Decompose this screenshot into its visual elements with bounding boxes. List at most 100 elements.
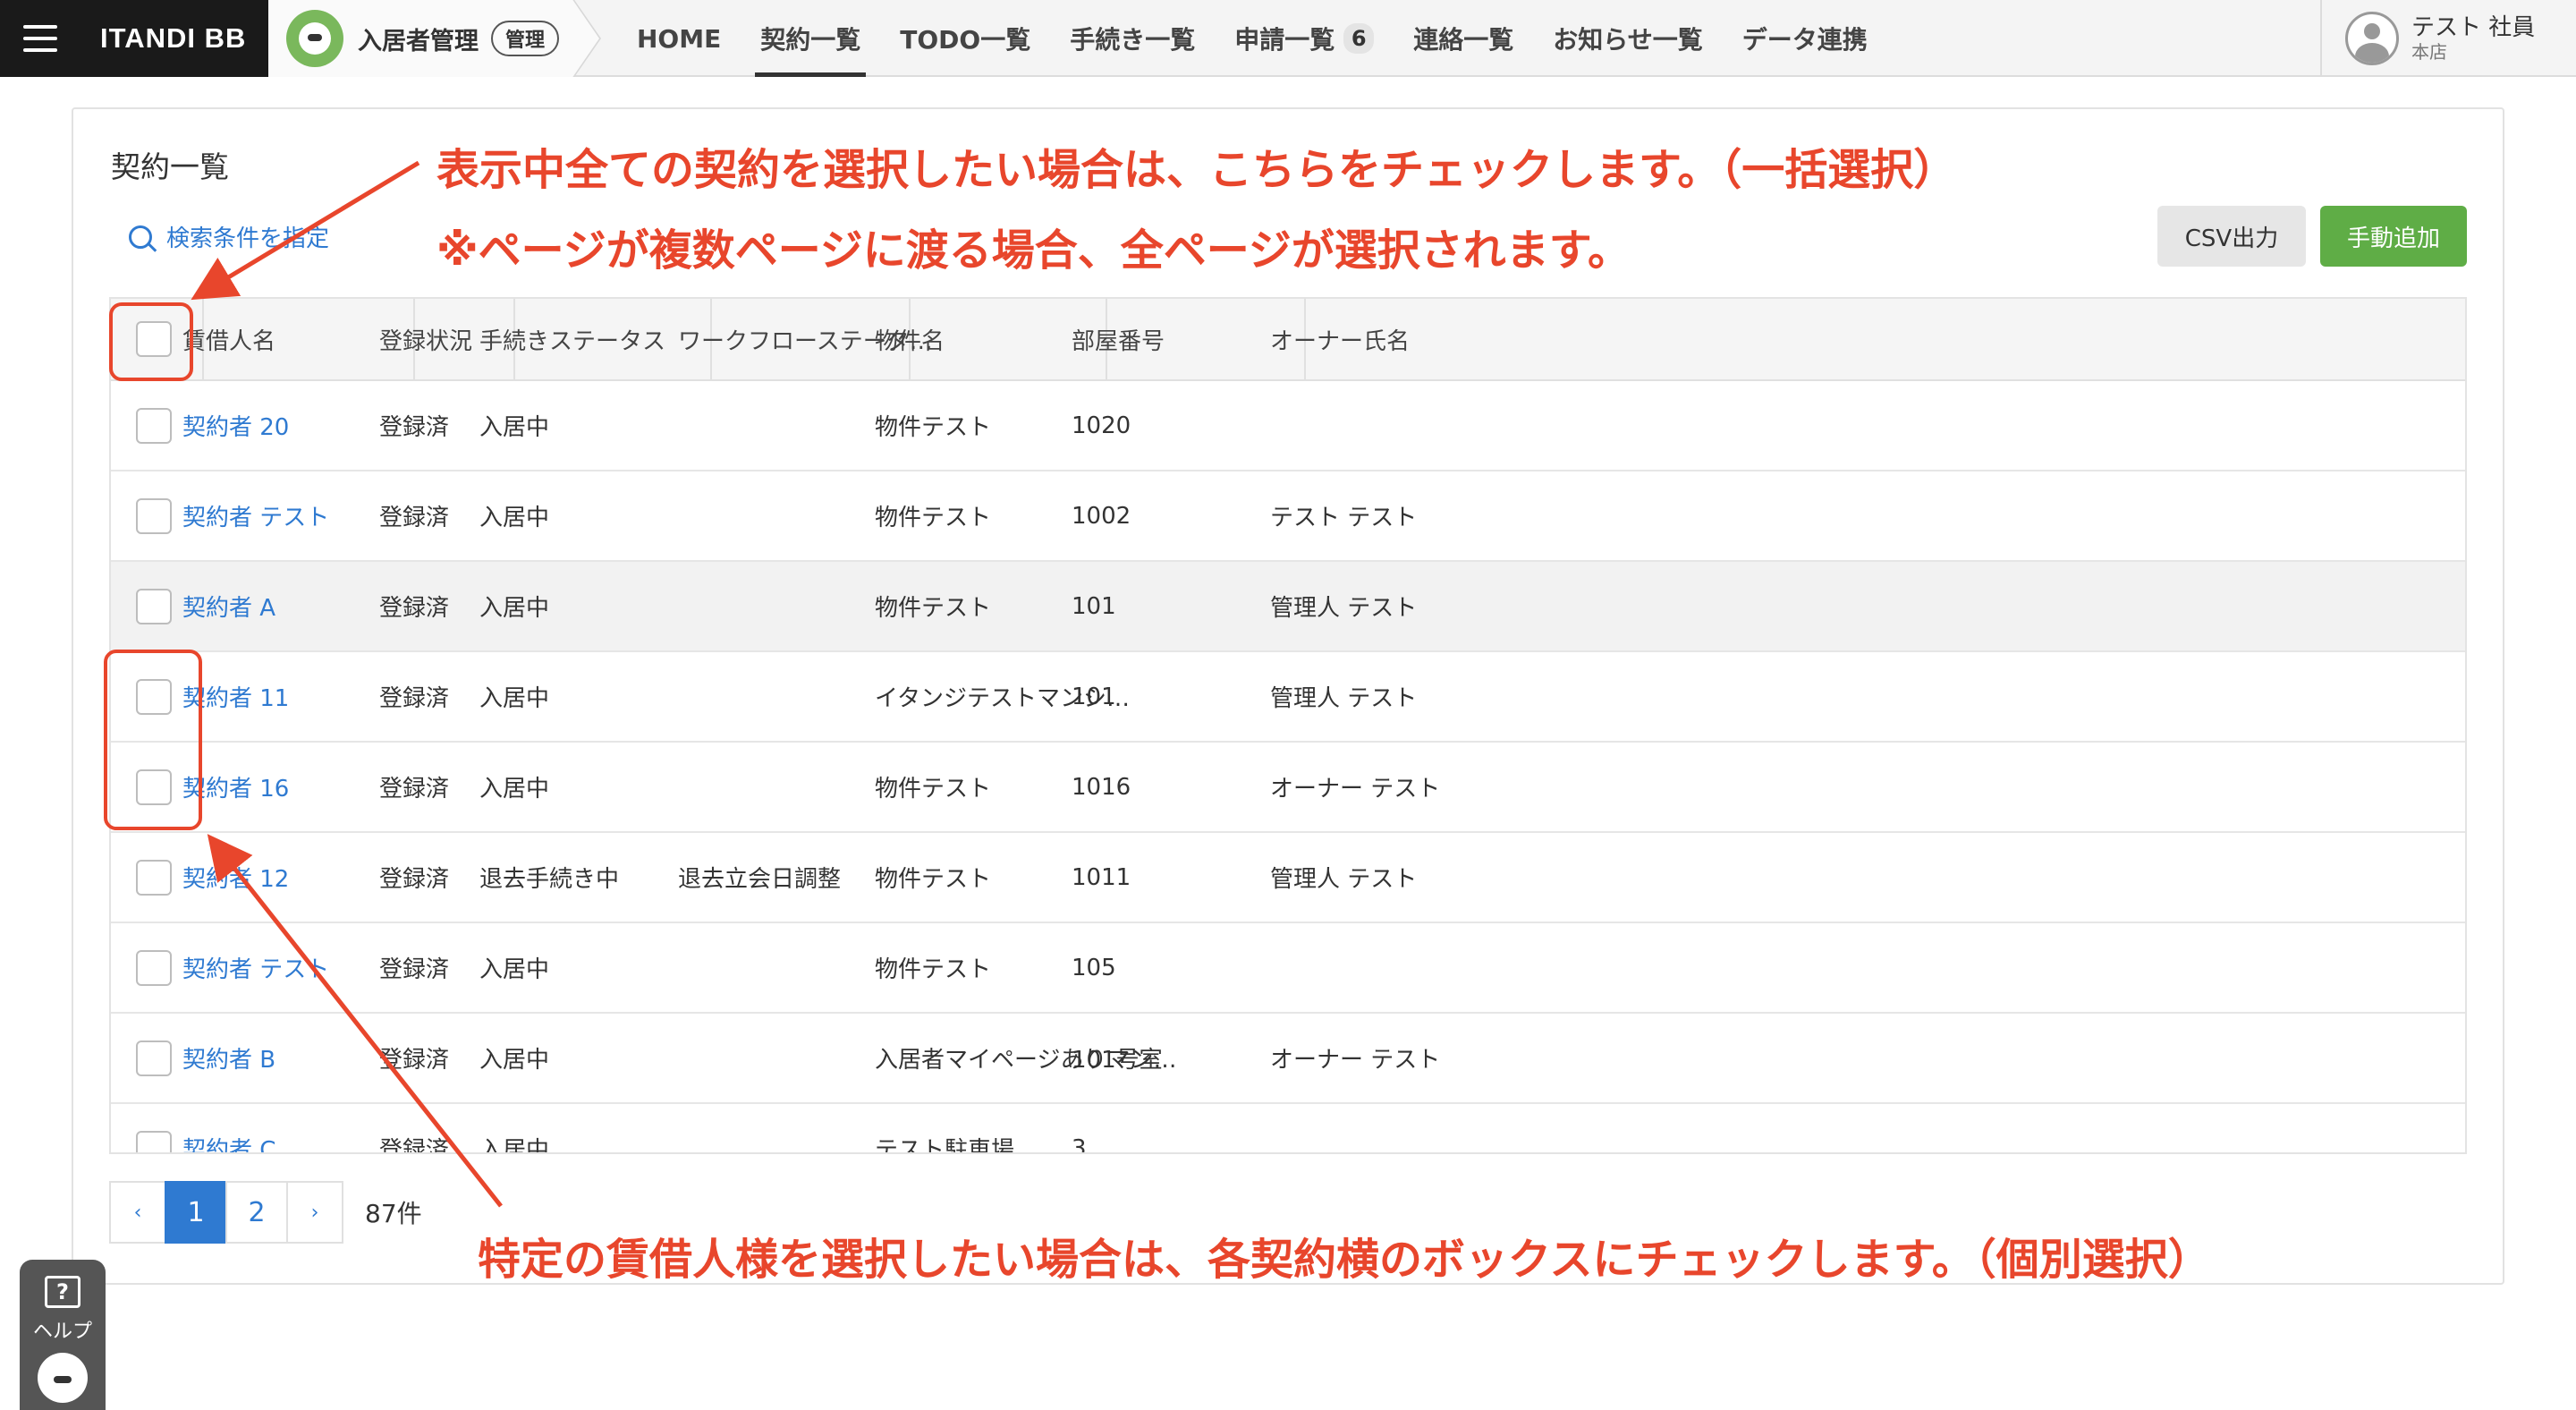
header-owner-name[interactable]: オーナー氏名: [1270, 299, 1410, 379]
cell-tenant-name[interactable]: 契約者 テスト: [182, 923, 329, 1012]
cell-procedure-status: 入居中: [479, 776, 550, 803]
header-registration-status[interactable]: 登録状況: [379, 299, 472, 379]
page-title: 契約一覧: [111, 149, 229, 184]
cell-procedure-status: 入居中: [479, 505, 550, 531]
annotation-select-individual: 特定の賃借人様を選択したい場合は、各契約横のボックスにチェックします。（個別選択…: [478, 1235, 2211, 1285]
app-switcher[interactable]: 入居者管理 管理: [268, 0, 599, 77]
csv-export-button[interactable]: CSV出力: [2157, 206, 2306, 267]
cell-workflow-status: 退去立会日調整: [678, 866, 842, 893]
cell-room-number: 3: [1072, 1134, 1087, 1154]
nav-label: 連絡一覧: [1413, 25, 1514, 55]
row-select-checkbox[interactable]: [136, 497, 172, 534]
next-page-button[interactable]: ›: [286, 1181, 343, 1244]
table-row[interactable]: 契約者 A 登録済 入居中 物件テスト 101 管理人 テスト: [111, 562, 2465, 652]
nav-count-badge: 6: [1343, 23, 1375, 54]
cell-registration-status: 登録済: [379, 956, 450, 983]
table-row[interactable]: 契約者 20 登録済 入居中 物件テスト 1020: [111, 381, 2465, 471]
cell-property-name: 物件テスト: [875, 776, 992, 803]
hamburger-menu-icon[interactable]: [0, 0, 80, 77]
table-row[interactable]: 契約者 テスト 登録済 入居中 物件テスト 1002 テスト テスト: [111, 471, 2465, 562]
cell-property-name: 物件テスト: [875, 505, 992, 531]
brand-logo[interactable]: ITANDI BB: [80, 0, 268, 77]
cell-room-number: 101: [1072, 592, 1116, 620]
cell-owner-name: テスト テスト: [1270, 505, 1418, 531]
highlight-individual-boxes: [104, 650, 202, 830]
help-widget[interactable]: ? ヘルプ: [20, 1260, 106, 1410]
header-procedure-status[interactable]: 手続きステータス: [479, 299, 665, 379]
nav-home[interactable]: HOME: [617, 0, 741, 77]
nav-contract-list[interactable]: 契約一覧: [741, 0, 880, 77]
prev-page-button[interactable]: ‹: [109, 1181, 166, 1244]
user-name: テスト 社員: [2411, 14, 2536, 41]
header-tenant-name[interactable]: 賃借人名: [182, 299, 275, 379]
page-1-button[interactable]: 1: [165, 1181, 227, 1244]
cell-owner-name: オーナー テスト: [1270, 776, 1441, 803]
header-room-number[interactable]: 部屋番号: [1072, 299, 1165, 379]
nav-label: 契約一覧: [760, 25, 861, 55]
user-branch: 本店: [2411, 41, 2447, 63]
user-menu[interactable]: テスト 社員 本店: [2320, 0, 2576, 77]
row-select-checkbox[interactable]: [136, 588, 172, 624]
cell-tenant-name[interactable]: 契約者 B: [182, 1014, 275, 1102]
nav-label: データ連携: [1741, 25, 1868, 55]
top-bar: ITANDI BB 入居者管理 管理 HOME 契約一覧 TODO一覧 手続き一覧 申請…: [0, 0, 2576, 77]
nav-label: HOME: [637, 23, 722, 54]
cell-owner-name: 管理人 テスト: [1270, 595, 1418, 622]
cell-owner-name: 管理人 テスト: [1270, 866, 1418, 893]
nav-application-list[interactable]: 申請一覧 6: [1215, 0, 1394, 77]
cell-property-name: 物件テスト: [875, 956, 992, 983]
table-row[interactable]: 契約者 12 登録済 退去手続き中 退去立会日調整 物件テスト 1011 管理人 テスト: [111, 833, 2465, 923]
table-row[interactable]: 契約者 C 登録済 入居中 テスト駐車場 3: [111, 1104, 2465, 1154]
table-row[interactable]: 契約者 B 登録済 入居中 入居者マイページありマン… 101号室 オーナー テスト: [111, 1014, 2465, 1104]
annotation-select-all: 表示中全ての契約を選択したい場合は、こちらをチェックします。（一括選択）: [436, 145, 1957, 195]
cell-room-number: 1020: [1072, 412, 1131, 439]
cell-tenant-name[interactable]: 契約者 テスト: [182, 471, 329, 560]
search-link-label: 検索条件を指定: [166, 225, 330, 252]
nav-todo-list[interactable]: TODO一覧: [880, 0, 1050, 77]
app-name: 入居者管理: [358, 27, 479, 55]
header-property-name[interactable]: 物件名: [875, 299, 945, 379]
cell-tenant-name[interactable]: 契約者 20: [182, 381, 289, 470]
cell-procedure-status: 入居中: [479, 1137, 550, 1154]
cell-registration-status: 登録済: [379, 1047, 450, 1074]
nav-notice-list[interactable]: お知らせ一覧: [1533, 0, 1722, 77]
table-row[interactable]: 契約者 テスト 登録済 入居中 物件テスト 105: [111, 923, 2465, 1014]
page-2-button[interactable]: 2: [225, 1181, 288, 1244]
row-select-checkbox[interactable]: [136, 1040, 172, 1076]
main-nav: HOME 契約一覧 TODO一覧 手続き一覧 申請一覧 6 連絡一覧 お知らせ一覧 データ連携: [617, 0, 1887, 77]
nav-procedure-list[interactable]: 手続き一覧: [1050, 0, 1215, 77]
cell-room-number: 101: [1072, 683, 1116, 710]
nav-data-integration[interactable]: データ連携: [1723, 0, 1887, 77]
cell-room-number: 1016: [1072, 773, 1131, 801]
cell-tenant-name[interactable]: 契約者 A: [182, 562, 275, 650]
cell-registration-status: 登録済: [379, 414, 450, 441]
manual-add-button[interactable]: 手動追加: [2320, 206, 2467, 267]
cell-registration-status: 登録済: [379, 1137, 450, 1154]
row-select-checkbox[interactable]: [136, 407, 172, 444]
table-row[interactable]: 契約者 11 登録済 入居中 イタンジテストマンシ… 101 管理人 テスト: [111, 652, 2465, 743]
cell-procedure-status: 入居中: [479, 1047, 550, 1074]
cell-procedure-status: 退去手続き中: [479, 866, 620, 893]
cell-tenant-name[interactable]: 契約者 12: [182, 833, 289, 922]
row-select-checkbox[interactable]: [136, 1130, 172, 1152]
search-conditions-link[interactable]: 検索条件を指定: [129, 220, 329, 253]
highlight-select-all-box: [109, 302, 193, 381]
cell-procedure-status: 入居中: [479, 414, 550, 441]
table-row[interactable]: 契約者 16 登録済 入居中 物件テスト 1016 オーナー テスト: [111, 743, 2465, 833]
cell-registration-status: 登録済: [379, 595, 450, 622]
pagination: ‹ 1 2 › 87件: [109, 1181, 422, 1244]
nav-contact-list[interactable]: 連絡一覧: [1394, 0, 1533, 77]
nav-label: 申請一覧: [1234, 25, 1335, 55]
cell-tenant-name[interactable]: 契約者 C: [182, 1104, 275, 1152]
cell-room-number: 101号室: [1072, 1047, 1163, 1074]
cell-room-number: 1011: [1072, 863, 1131, 891]
row-select-checkbox[interactable]: [136, 949, 172, 986]
nav-label: お知らせ一覧: [1553, 25, 1703, 55]
search-icon: [129, 225, 152, 249]
bear-mascot-icon: [38, 1353, 88, 1403]
help-label: ヘルプ: [32, 1321, 92, 1343]
total-count: 87件: [365, 1199, 422, 1228]
row-select-checkbox[interactable]: [136, 859, 172, 896]
cell-procedure-status: 入居中: [479, 685, 550, 712]
admin-badge: 管理: [491, 21, 560, 56]
